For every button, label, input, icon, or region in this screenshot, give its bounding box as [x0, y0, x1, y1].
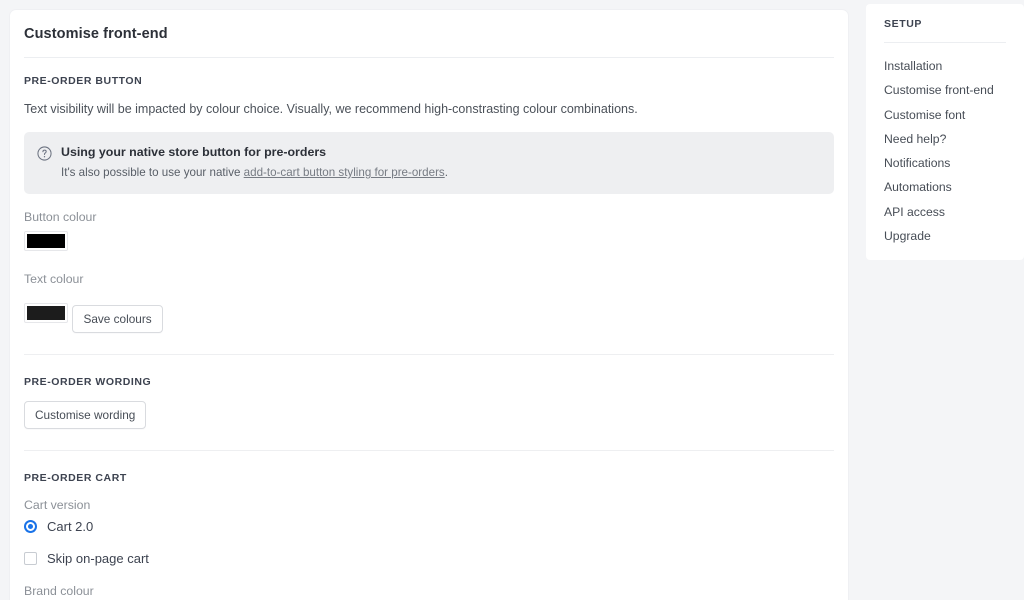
button-colour-label: Button colour — [24, 210, 97, 225]
section-heading-pre-order-button: PRE-ORDER BUTTON — [24, 75, 143, 87]
save-colours-button[interactable]: Save colours — [72, 305, 163, 334]
banner-title: Using your native store button for pre-o… — [61, 145, 327, 160]
section-pre-order-button: PRE-ORDER BUTTON Text visibility will be… — [10, 58, 848, 334]
page-title: Customise front-end — [24, 26, 168, 42]
banner-description: It's also possible to use your native ad… — [61, 165, 820, 180]
app-page: Customise front-end PRE-ORDER BUTTON Tex… — [0, 0, 1024, 600]
section-pre-order-wording: PRE-ORDER WORDING Customise wording — [10, 355, 848, 430]
sidebar-item-need-help[interactable]: Need help? — [866, 127, 1024, 151]
banner-text-after: . — [444, 166, 448, 179]
sidebar-item-customise-front-end[interactable]: Customise front-end — [866, 78, 1024, 102]
banner-text-before: It's also possible to use your native — [61, 166, 244, 179]
section-heading-pre-order-cart: PRE-ORDER CART — [24, 472, 127, 485]
cart-version-label: Cart version — [24, 498, 91, 513]
pre-order-button-description: Text visibility will be impacted by colo… — [24, 102, 638, 116]
question-circle-icon — [37, 146, 52, 161]
cart-version-radio-row[interactable]: Cart 2.0 — [24, 519, 834, 534]
brand-colour-label: Brand colour — [24, 584, 94, 599]
cart-version-radio-dot — [26, 522, 35, 532]
sidebar-nav-list: Installation Customise front-end Customi… — [866, 43, 1024, 248]
section-pre-order-cart: PRE-ORDER CART Cart version Cart 2.0 Ski… — [10, 451, 848, 600]
customise-front-end-card: Customise front-end PRE-ORDER BUTTON Tex… — [10, 10, 848, 600]
add-to-cart-styling-link[interactable]: add-to-cart button styling for pre-order… — [244, 166, 445, 179]
skip-on-page-cart-label: Skip on-page cart — [47, 551, 149, 567]
skip-on-page-cart-row[interactable]: Skip on-page cart — [24, 551, 834, 566]
text-colour-swatch[interactable] — [24, 303, 68, 324]
sidebar-item-installation[interactable]: Installation — [866, 54, 1024, 78]
sidebar-item-automations[interactable]: Automations — [866, 175, 1024, 199]
cart-version-radio[interactable] — [24, 520, 37, 534]
button-colour-swatch[interactable] — [24, 231, 68, 252]
text-colour-label: Text colour — [24, 272, 84, 287]
sidebar-item-customise-font[interactable]: Customise font — [866, 103, 1024, 127]
sidebar-item-upgrade[interactable]: Upgrade — [866, 224, 1024, 248]
section-heading-pre-order-wording: PRE-ORDER WORDING — [24, 376, 152, 389]
button-colour-swatch-fill — [27, 234, 65, 249]
sidebar-heading: SETUP — [884, 18, 923, 30]
customise-wording-button[interactable]: Customise wording — [24, 401, 147, 430]
setup-sidebar: SETUP Installation Customise front-end C… — [866, 4, 1024, 261]
text-colour-swatch-fill — [27, 306, 65, 321]
sidebar-item-notifications[interactable]: Notifications — [866, 151, 1024, 175]
native-button-info-banner: Using your native store button for pre-o… — [24, 132, 834, 195]
cart-version-option-label: Cart 2.0 — [47, 519, 94, 535]
skip-on-page-cart-checkbox[interactable] — [24, 552, 37, 566]
sidebar-item-api-access[interactable]: API access — [866, 200, 1024, 224]
